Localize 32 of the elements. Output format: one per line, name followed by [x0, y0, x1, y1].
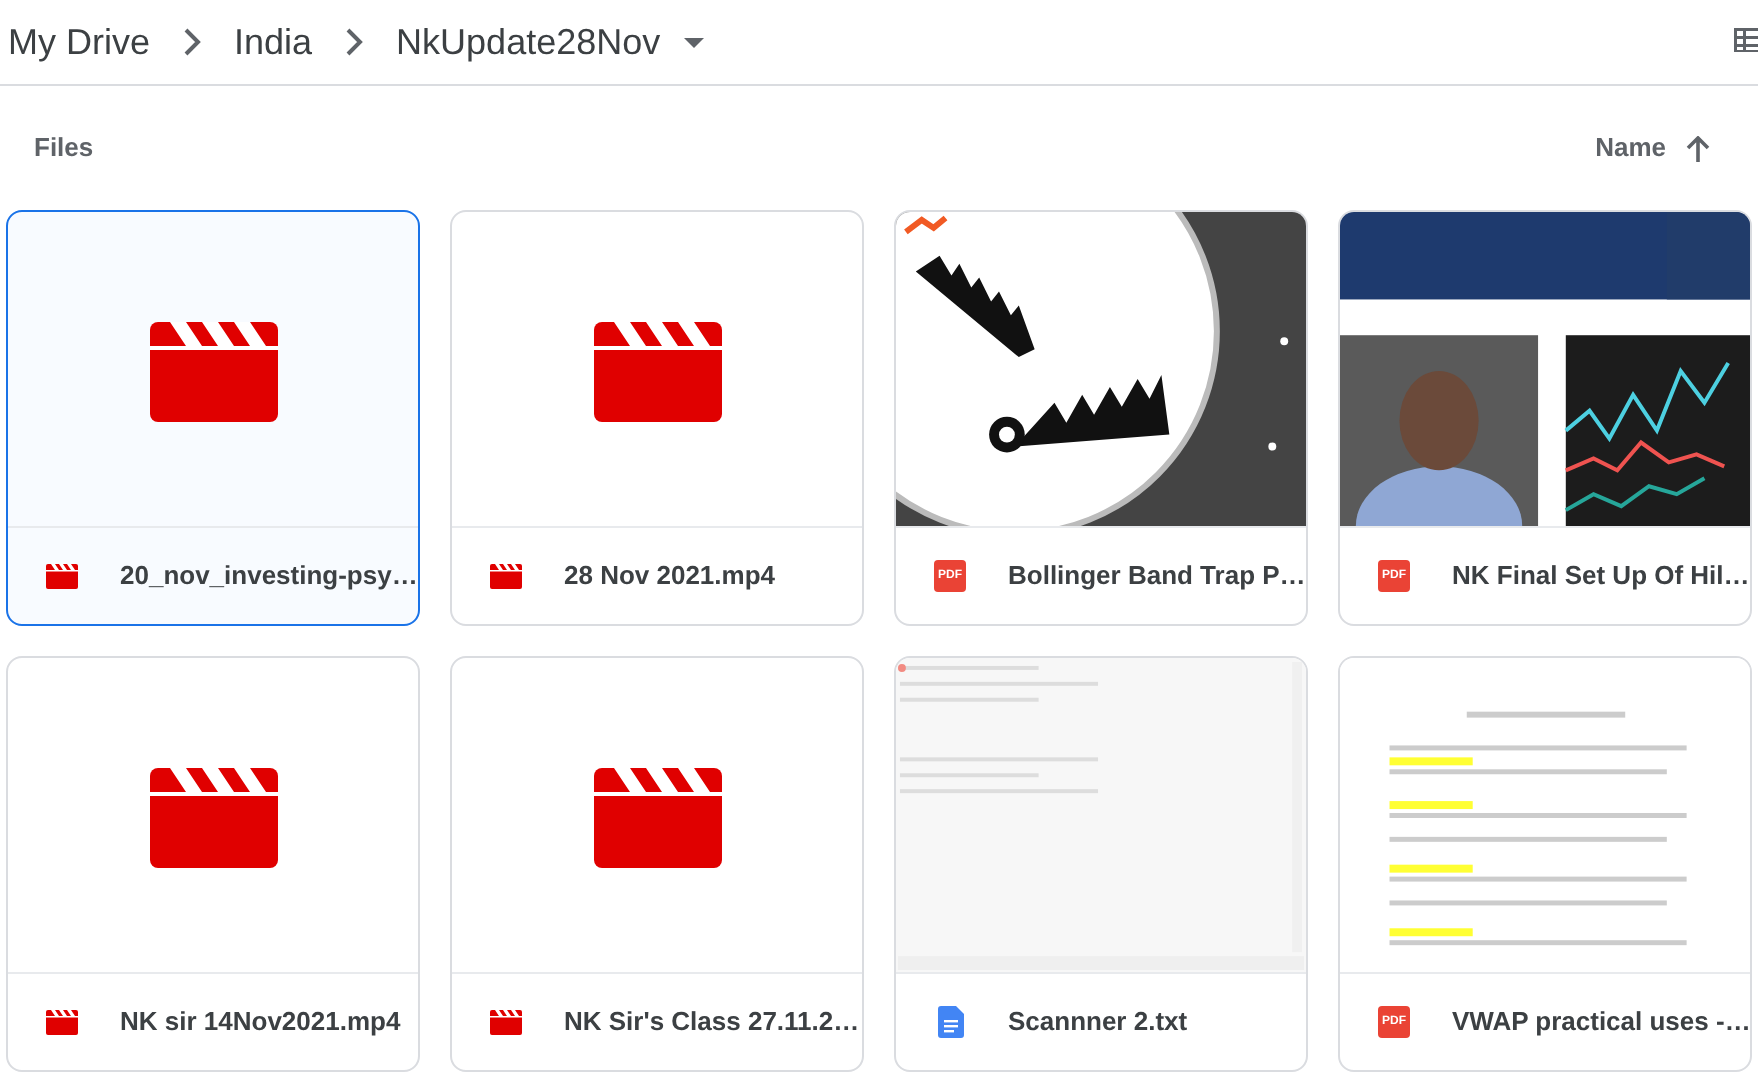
video-icon [593, 763, 721, 867]
video-icon [149, 763, 277, 867]
file-name: NK Sir's Class 27.11.2… [564, 1004, 860, 1041]
file-name: 28 Nov 2021.mp4 [564, 558, 776, 595]
breadcrumb-link[interactable]: NkUpdate28Nov [396, 15, 661, 69]
breadcrumb-link[interactable]: India [234, 15, 313, 69]
file-name: 20_nov_investing-psy… [120, 558, 418, 595]
grid-view-icon[interactable] [1734, 26, 1758, 54]
video-icon [46, 1008, 78, 1036]
sort-button[interactable]: Name [1595, 128, 1666, 168]
video-icon [490, 1008, 522, 1036]
video-icon [46, 562, 78, 590]
document-icon [937, 1006, 963, 1038]
video-icon [490, 562, 522, 590]
caret-icon[interactable] [684, 37, 705, 47]
video-icon [593, 317, 721, 421]
arrow-up-icon[interactable] [1686, 135, 1710, 161]
file-name: VWAP practical uses -… [1452, 1004, 1750, 1041]
file-card[interactable]: 20_nov_investing-psy… [6, 210, 420, 626]
section-title: Files [34, 130, 94, 167]
file-name: NK Final Set Up Of Hil… [1452, 558, 1750, 595]
file-card[interactable]: 28 Nov 2021.mp4 [450, 210, 864, 626]
file-name: NK sir 14Nov2021.mp4 [120, 1004, 401, 1041]
chevron-icon [182, 28, 202, 56]
breadcrumb-link[interactable]: My Drive [8, 15, 150, 69]
file-card[interactable]: Scannner 2.txt [894, 656, 1308, 1072]
video-icon [149, 317, 277, 421]
chevron-icon [344, 28, 365, 56]
file-card[interactable]: NK sir 14Nov2021.mp4 [6, 656, 420, 1072]
file-card[interactable]: NK Sir's Class 27.11.2… [450, 656, 864, 1072]
file-name: Scannner 2.txt [1008, 1004, 1188, 1041]
file-name: Bollinger Band Trap P… [1008, 558, 1306, 595]
